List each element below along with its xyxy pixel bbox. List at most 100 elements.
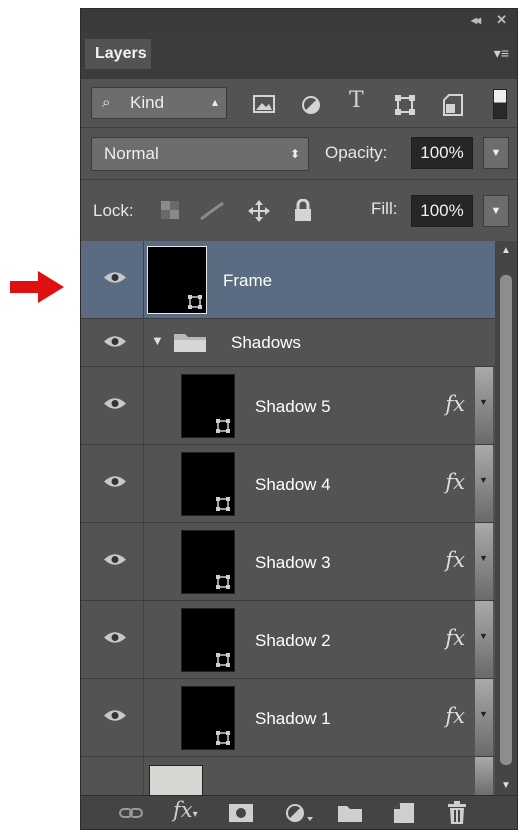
red-arrow-icon — [10, 271, 64, 303]
shape-layer-badge-icon — [216, 497, 230, 511]
layer-name: Shadow 5 — [255, 397, 331, 416]
shape-layer-badge-icon — [216, 731, 230, 745]
effects-expand-button[interactable]: ▼ — [475, 445, 493, 522]
layer-thumbnail — [149, 765, 203, 795]
layer-name: Shadows — [231, 333, 301, 352]
smart-object-filter-icon[interactable] — [443, 94, 463, 116]
eye-visibility-icon[interactable] — [103, 474, 127, 489]
kind-filter-select[interactable]: ⌕ Kind ▴ — [91, 87, 227, 119]
effects-expand-button[interactable]: ▼ — [475, 679, 493, 756]
filter-toggle-icon[interactable] — [493, 89, 507, 119]
panel-title-bar: ◂◂ ✕ — [81, 9, 517, 31]
shape-layer-badge-icon — [216, 575, 230, 589]
layer-style-fx-icon[interactable]: fx▾ — [173, 800, 198, 824]
layer-thumbnail — [181, 374, 235, 438]
divider — [143, 367, 144, 444]
blend-mode-select[interactable]: Normal ⬍ — [91, 137, 309, 171]
fill-input[interactable]: 100% — [411, 195, 473, 227]
layer-thumbnail — [147, 246, 207, 314]
effects-expand-button[interactable]: ▼ — [475, 367, 493, 444]
pixel-layer-filter-icon[interactable] — [253, 95, 275, 113]
chevron-down-icon[interactable]: ▼ — [151, 333, 164, 348]
kind-select-label: Kind — [130, 93, 165, 112]
effects-expand-button[interactable]: ▼ — [475, 601, 493, 678]
layer-effects-fx-icon[interactable]: fx — [445, 392, 465, 416]
folder-icon — [174, 334, 206, 352]
panel-bottom-toolbar: fx▾ — [81, 795, 517, 829]
panel-menu-icon[interactable]: ▾≡ — [494, 45, 509, 62]
layer-row-shadows-group[interactable]: ▼ Shadows — [81, 319, 495, 367]
divider — [143, 601, 144, 678]
double-chevron-left-icon[interactable]: ◂◂ — [471, 13, 481, 27]
layer-row-shadow-5[interactable]: Shadow 5 fx ▼ — [81, 367, 495, 445]
lock-row: Lock: Fill: 100% ▼ — [81, 179, 517, 241]
layer-name: Shadow 3 — [255, 553, 331, 572]
layers-panel: ◂◂ ✕ Layers ▾≡ ⌕ Kind ▴ T Normal ⬍ Opaci… — [80, 8, 518, 830]
tab-layers[interactable]: Layers — [85, 39, 151, 69]
layer-mask-icon[interactable] — [229, 804, 253, 822]
lock-all-icon[interactable] — [293, 199, 313, 221]
trash-icon[interactable] — [447, 801, 467, 825]
type-layer-filter-icon[interactable]: T — [349, 90, 364, 112]
layer-thumbnail — [181, 530, 235, 594]
opacity-dropdown-button[interactable]: ▼ — [483, 137, 509, 169]
effects-expand-button[interactable]: ▼ — [475, 523, 493, 600]
layer-row-shadow-1[interactable]: Shadow 1 fx ▼ — [81, 679, 495, 757]
divider — [143, 445, 144, 522]
link-layers-icon[interactable] — [119, 806, 143, 820]
new-layer-icon[interactable] — [393, 802, 415, 824]
adjustment-layer-filter-icon[interactable] — [301, 95, 321, 115]
lock-label: Lock: — [93, 201, 134, 220]
layer-row-shadow-4[interactable]: Shadow 4 fx ▼ — [81, 445, 495, 523]
layer-name: Frame — [223, 271, 273, 290]
eye-visibility-icon[interactable] — [103, 396, 127, 411]
adjustment-layer-icon[interactable] — [285, 803, 313, 823]
layer-thumbnail — [181, 686, 235, 750]
shape-layer-filter-icon[interactable] — [395, 95, 415, 115]
select-arrows-icon: ⬍ — [289, 147, 300, 161]
search-icon: ⌕ — [102, 94, 111, 111]
divider — [143, 241, 144, 318]
eye-visibility-icon[interactable] — [103, 552, 127, 567]
layer-thumbnail — [181, 452, 235, 516]
eye-visibility-icon[interactable] — [103, 630, 127, 645]
layer-name: Shadow 4 — [255, 475, 331, 494]
layer-row-shadow-3[interactable]: Shadow 3 fx ▼ — [81, 523, 495, 601]
effects-expand-button[interactable] — [475, 757, 493, 795]
fill-dropdown-button[interactable]: ▼ — [483, 195, 509, 227]
divider — [143, 319, 144, 366]
layer-row-shadow-2[interactable]: Shadow 2 fx ▼ — [81, 601, 495, 679]
opacity-label: Opacity: — [325, 143, 388, 162]
layer-list-scrollbar[interactable]: ▲ ▼ — [495, 241, 517, 795]
scroll-up-icon[interactable]: ▲ — [501, 245, 511, 256]
layer-list: Frame ▼ Shadows Shadow 5 fx ▼ Shadow 4 f… — [81, 241, 495, 795]
layer-name: Shadow 1 — [255, 709, 331, 728]
select-arrows-icon: ▴ — [211, 95, 218, 109]
lock-image-pixels-icon[interactable] — [199, 201, 225, 221]
scroll-down-icon[interactable]: ▼ — [501, 780, 511, 791]
divider — [143, 679, 144, 756]
layer-name: Shadow 2 — [255, 631, 331, 650]
close-icon[interactable]: ✕ — [496, 12, 507, 28]
shape-layer-badge-icon — [188, 295, 202, 309]
layer-row-background-partial[interactable] — [81, 757, 495, 795]
opacity-input[interactable]: 100% — [411, 137, 473, 169]
layer-row-frame[interactable]: Frame — [81, 241, 495, 319]
layer-effects-fx-icon[interactable]: fx — [445, 470, 465, 494]
lock-transparent-pixels-icon[interactable] — [161, 201, 179, 219]
panel-tab-row: Layers ▾≡ — [81, 31, 517, 79]
eye-visibility-icon[interactable] — [103, 708, 127, 723]
layer-effects-fx-icon[interactable]: fx — [445, 548, 465, 572]
layer-effects-fx-icon[interactable]: fx — [445, 626, 465, 650]
shape-layer-badge-icon — [216, 653, 230, 667]
eye-visibility-icon[interactable] — [103, 334, 127, 349]
lock-position-icon[interactable] — [247, 199, 271, 223]
layer-effects-fx-icon[interactable]: fx — [445, 704, 465, 728]
eye-visibility-icon[interactable] — [103, 270, 127, 285]
new-group-icon[interactable] — [337, 803, 363, 823]
fill-label: Fill: — [371, 199, 398, 218]
scrollbar-thumb[interactable] — [500, 275, 512, 765]
blend-mode-value: Normal — [104, 144, 159, 163]
shape-layer-badge-icon — [216, 419, 230, 433]
layer-filter-row: ⌕ Kind ▴ T — [81, 79, 517, 127]
